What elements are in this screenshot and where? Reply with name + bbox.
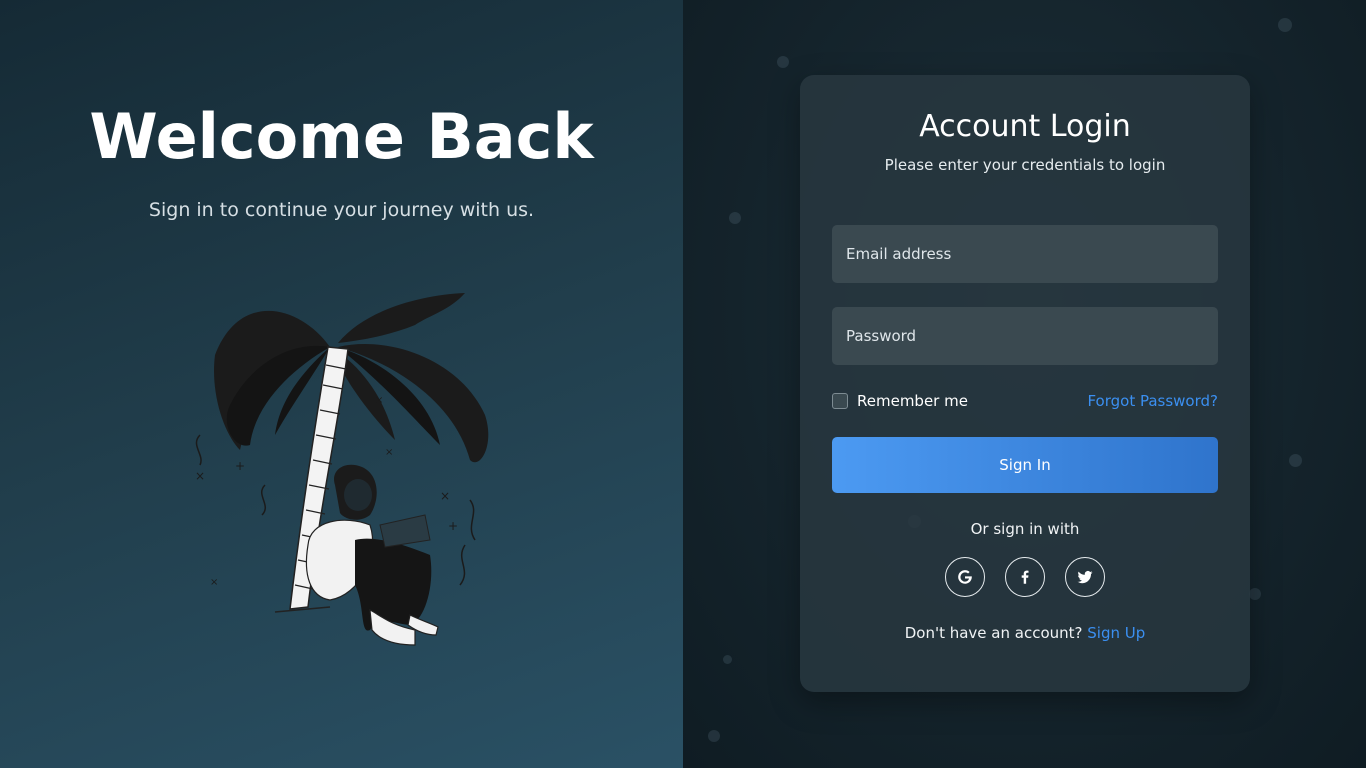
sign-in-button[interactable]: Sign In: [832, 437, 1218, 493]
login-title: Account Login: [919, 109, 1131, 144]
decorative-bubble: [729, 212, 741, 224]
decorative-bubble: [708, 730, 720, 742]
signup-row: Don't have an account? Sign Up: [800, 624, 1250, 642]
or-sign-in-with: Or sign in with: [970, 520, 1080, 538]
facebook-login-button[interactable]: [1005, 557, 1045, 597]
remember-me[interactable]: Remember me: [832, 392, 968, 410]
forgot-password-link[interactable]: Forgot Password?: [1087, 392, 1218, 410]
decorative-bubble: [723, 655, 732, 664]
svg-text:×: ×: [375, 395, 383, 406]
google-icon: [958, 570, 973, 584]
welcome-panel: Welcome Back Sign in to continue your jo…: [0, 0, 683, 768]
password-input[interactable]: [832, 307, 1218, 365]
svg-text:+: +: [448, 519, 458, 533]
login-card: Account Login Please enter your credenti…: [800, 75, 1250, 692]
welcome-subtitle: Sign in to continue your journey with us…: [148, 199, 535, 221]
svg-text:×: ×: [195, 469, 205, 483]
sign-up-link[interactable]: Sign Up: [1087, 624, 1145, 642]
decorative-bubble: [1278, 18, 1292, 32]
remember-label: Remember me: [857, 392, 968, 410]
google-login-button[interactable]: [945, 557, 985, 597]
svg-text:×: ×: [210, 577, 218, 588]
facebook-icon: [1021, 570, 1029, 584]
decorative-bubble: [777, 56, 789, 68]
svg-text:+: +: [235, 459, 245, 473]
remember-checkbox[interactable]: [832, 393, 848, 409]
twitter-login-button[interactable]: [1065, 557, 1105, 597]
email-input[interactable]: [832, 225, 1218, 283]
decorative-bubble: [1249, 588, 1261, 600]
twitter-icon: [1077, 570, 1093, 584]
svg-text:×: ×: [385, 447, 393, 458]
svg-text:×: ×: [440, 489, 450, 503]
decorative-bubble: [1289, 454, 1302, 467]
signup-prompt: Don't have an account?: [904, 624, 1083, 642]
welcome-title: Welcome Back: [89, 100, 594, 173]
login-subtitle: Please enter your credentials to login: [884, 156, 1166, 174]
palm-tree-illustration: + × × × × + ×: [195, 293, 489, 646]
social-login-group: [945, 557, 1105, 597]
